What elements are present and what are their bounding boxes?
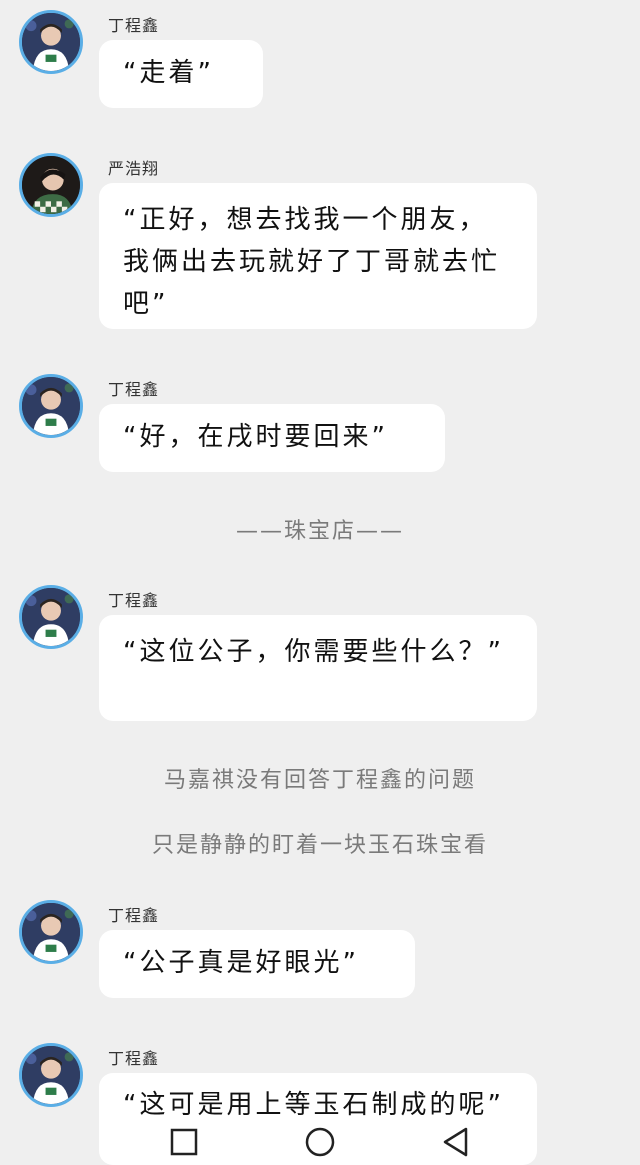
avatar[interactable] — [19, 900, 83, 964]
navigation-bar — [0, 1120, 640, 1165]
avatar[interactable] — [19, 374, 83, 438]
square-recent-icon — [170, 1128, 198, 1156]
sender-name: 严浩翔 — [108, 159, 160, 178]
triangle-back-icon — [443, 1127, 468, 1157]
sender-name: 丁程鑫 — [108, 16, 160, 35]
message-bubble[interactable]: “好，在戌时要回来” — [99, 404, 445, 472]
sender-name: 丁程鑫 — [108, 1049, 160, 1068]
message-text: “正好，想去找我一个朋友，我俩出去玩就好了丁哥就去忙吧” — [123, 205, 501, 319]
message-text: “这位公子，你需要些什么？” — [123, 637, 504, 667]
narration-line: 马嘉祺没有回答丁程鑫的问题 — [163, 768, 476, 793]
narration-line: 只是静静的盯着一块玉石珠宝看 — [151, 833, 488, 858]
message-text: “走着” — [123, 58, 214, 88]
avatar[interactable] — [19, 585, 83, 649]
back-button[interactable] — [438, 1124, 474, 1160]
recent-apps-button[interactable] — [166, 1124, 202, 1160]
message-text: “这可是用上等玉石制成的呢” — [123, 1090, 504, 1120]
avatar[interactable] — [19, 153, 83, 217]
sender-name: 丁程鑫 — [108, 906, 160, 925]
home-button[interactable] — [302, 1124, 338, 1160]
avatar-dingchengxin-icon — [22, 13, 80, 71]
circle-home-icon — [305, 1127, 335, 1157]
avatar[interactable] — [19, 10, 83, 74]
message-bubble[interactable]: “这位公子，你需要些什么？” — [99, 615, 537, 721]
avatar[interactable] — [19, 1043, 83, 1107]
scene-divider: ——珠宝店—— — [235, 519, 404, 544]
avatar-dingchengxin-icon — [22, 903, 80, 961]
message-text: “好，在戌时要回来” — [123, 422, 388, 452]
avatar-dingchengxin-icon — [22, 588, 80, 646]
message-bubble[interactable]: “正好，想去找我一个朋友，我俩出去玩就好了丁哥就去忙吧” — [99, 183, 537, 329]
message-bubble[interactable]: “公子真是好眼光” — [99, 930, 415, 998]
sender-name: 丁程鑫 — [108, 380, 160, 399]
sender-name: 丁程鑫 — [108, 591, 160, 610]
message-text: “公子真是好眼光” — [123, 948, 359, 978]
avatar-dingchengxin-icon — [22, 377, 80, 435]
message-bubble[interactable]: “走着” — [99, 40, 263, 108]
avatar-dingchengxin-icon — [22, 1046, 80, 1104]
avatar-yanhaoxiang-icon — [22, 156, 80, 214]
